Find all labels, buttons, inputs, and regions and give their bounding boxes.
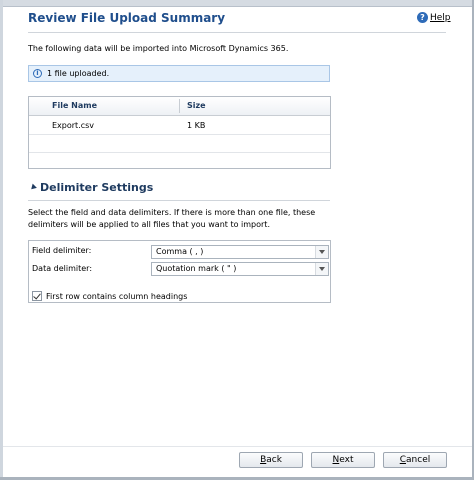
field-delimiter-label: Field delimiter:	[32, 246, 92, 255]
window-left-edge	[0, 0, 3, 480]
file-name-cell: Export.csv	[52, 121, 95, 130]
back-button[interactable]: Back	[239, 452, 303, 468]
file-size-cell: 1 KB	[187, 121, 206, 130]
column-header-file-name[interactable]: File Name	[52, 97, 97, 115]
first-row-headings-option[interactable]: First row contains column headings	[32, 291, 187, 301]
files-grid: File Name Size Export.csv 1 KB	[28, 96, 331, 169]
first-row-headings-checkbox[interactable]	[32, 291, 42, 301]
delimiter-options-panel: Field delimiter: Comma ( , ) Data delimi…	[28, 240, 331, 303]
footer-divider	[3, 446, 472, 447]
window-top-edge	[0, 0, 474, 7]
section-divider	[28, 200, 330, 201]
next-button[interactable]: Next	[311, 452, 375, 468]
field-delimiter-value: Comma ( , )	[156, 247, 204, 256]
files-grid-header: File Name Size	[29, 97, 330, 116]
dialog-title: Review File Upload Summary	[28, 11, 226, 25]
help-link[interactable]: ? Help	[417, 12, 451, 23]
delimiter-description: Select the field and data delimiters. If…	[28, 208, 316, 229]
chevron-down-icon[interactable]	[315, 246, 328, 258]
checkmark-icon	[33, 291, 41, 300]
cancel-button[interactable]: Cancel	[383, 452, 447, 468]
first-row-headings-label[interactable]: First row contains column headings	[46, 292, 187, 301]
title-divider	[28, 32, 446, 33]
intro-text: The following data will be imported into…	[28, 44, 289, 53]
data-delimiter-value: Quotation mark ( " )	[156, 264, 237, 273]
upload-info-bar: i 1 file uploaded.	[28, 65, 330, 82]
chevron-down-icon[interactable]	[315, 263, 328, 275]
delimiter-settings-title: Delimiter Settings	[40, 181, 154, 194]
column-header-size[interactable]: Size	[187, 97, 206, 115]
table-row-empty	[29, 153, 330, 170]
help-icon[interactable]: ?	[417, 12, 428, 23]
help-label[interactable]: Help	[430, 13, 451, 23]
upload-info-text: 1 file uploaded.	[47, 69, 110, 78]
collapse-triangle-icon[interactable]	[29, 183, 37, 192]
field-delimiter-select[interactable]: Comma ( , )	[151, 245, 329, 259]
delimiter-settings-header[interactable]: Delimiter Settings	[29, 181, 154, 194]
column-separator	[179, 99, 180, 113]
info-icon: i	[33, 69, 42, 78]
table-row-empty	[29, 135, 330, 153]
table-row[interactable]: Export.csv 1 KB	[29, 117, 330, 135]
data-delimiter-label: Data delimiter:	[32, 264, 93, 273]
data-delimiter-select[interactable]: Quotation mark ( " )	[151, 262, 329, 276]
